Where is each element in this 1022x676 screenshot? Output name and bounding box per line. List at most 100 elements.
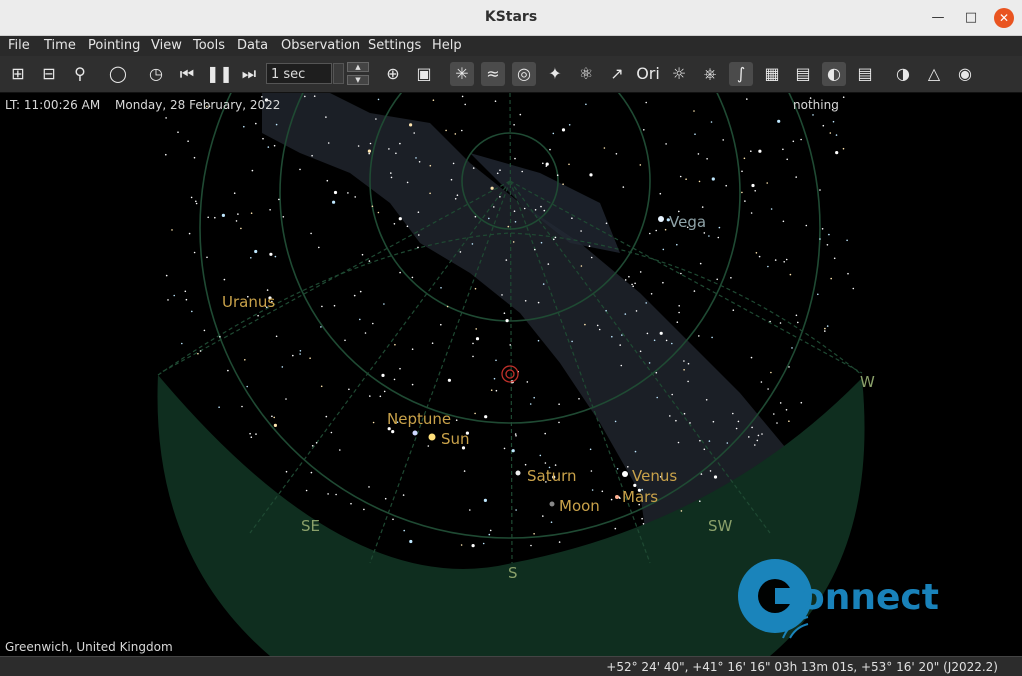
star	[722, 139, 724, 141]
menu-tools[interactable]: Tools	[193, 38, 225, 53]
menu-pointing[interactable]: Pointing	[88, 38, 140, 53]
star	[361, 253, 364, 256]
star	[628, 275, 630, 278]
star	[165, 153, 167, 156]
star	[455, 419, 458, 422]
star	[779, 402, 782, 404]
time-step-input[interactable]: 1 sec	[266, 63, 332, 84]
star	[515, 435, 517, 437]
star	[514, 433, 517, 435]
supernova-icon[interactable]: ✦	[543, 62, 567, 86]
star	[394, 343, 396, 346]
mars-label: Mars	[622, 488, 658, 506]
constellation-bounds-icon[interactable]: ⎈	[698, 62, 722, 86]
star	[440, 287, 442, 289]
star	[321, 305, 323, 308]
star	[547, 263, 550, 265]
time-step-spinner[interactable]	[333, 63, 344, 84]
hips-icon[interactable]: ▤	[853, 62, 877, 86]
star	[701, 206, 704, 208]
star	[777, 119, 781, 123]
local-time: LT: 11:00:26 AM	[5, 98, 101, 112]
menu-time[interactable]: Time	[44, 38, 76, 53]
horizontal-grid-icon[interactable]: ▤	[791, 62, 815, 86]
star	[679, 175, 682, 178]
title-bar: KStars — □ ✕	[0, 0, 1022, 36]
star	[767, 265, 769, 268]
equatorial-grid-icon[interactable]: ▦	[760, 62, 784, 86]
star	[800, 138, 802, 141]
zoom-in-icon[interactable]: ⊞	[6, 62, 30, 86]
deep-sky-toggle-icon[interactable]: ≈	[481, 62, 505, 86]
star	[509, 344, 512, 346]
constellation-art-icon[interactable]: ☼	[667, 62, 691, 86]
star	[537, 301, 540, 304]
stars-toggle-icon[interactable]: ✳	[450, 62, 474, 86]
sky-canvas[interactable]: Vega Uranus Neptune Sun Saturn Venus Mar…	[0, 93, 1022, 656]
crosshair-icon[interactable]: ⊕	[381, 62, 405, 86]
star	[584, 323, 586, 326]
star	[501, 294, 503, 296]
telescope-icon[interactable]: △	[922, 62, 946, 86]
star	[472, 355, 474, 358]
star	[488, 533, 491, 536]
milky-way-toggle-icon[interactable]: ∫	[729, 62, 753, 86]
galaxy-icon[interactable]: ◉	[953, 62, 977, 86]
location: Greenwich, United Kingdom	[5, 640, 173, 654]
star	[558, 403, 560, 406]
increase-step-icon[interactable]: ▲	[347, 62, 369, 72]
star	[353, 294, 356, 297]
star	[549, 148, 551, 151]
star	[585, 103, 587, 106]
star	[359, 318, 361, 321]
focus-object: nothing	[793, 98, 839, 112]
menu-view[interactable]: View	[151, 38, 182, 53]
star	[558, 541, 561, 543]
star	[693, 110, 695, 112]
clock-icon[interactable]: ◷	[144, 62, 168, 86]
step-forward-icon[interactable]: ⏭	[237, 62, 261, 86]
menu-data[interactable]: Data	[237, 38, 268, 53]
ekos-icon[interactable]: ◑	[891, 62, 915, 86]
ground-toggle-icon[interactable]: ◐	[822, 62, 846, 86]
menu-observation[interactable]: Observation	[281, 38, 360, 53]
star	[384, 497, 387, 500]
zoom-out-icon[interactable]: ⊟	[37, 62, 61, 86]
satellite-icon[interactable]: ⚛	[574, 62, 598, 86]
star	[417, 211, 420, 213]
star	[195, 200, 197, 203]
menu-help[interactable]: Help	[432, 38, 462, 53]
minimize-icon[interactable]: —	[928, 8, 948, 28]
constellation-names-icon[interactable]: Ori	[636, 62, 660, 86]
pause-icon[interactable]: ❚❚	[206, 62, 233, 86]
star	[403, 529, 406, 532]
step-backward-icon[interactable]: ⏮	[175, 62, 199, 86]
constellation-lines-icon[interactable]: ↗	[605, 62, 629, 86]
menu-file[interactable]: File	[8, 38, 30, 53]
star	[737, 420, 740, 423]
close-icon[interactable]: ✕	[994, 8, 1014, 28]
star	[271, 415, 273, 418]
decrease-step-icon[interactable]: ▼	[347, 75, 369, 85]
star	[741, 191, 743, 194]
star	[257, 314, 259, 317]
solar-system-toggle-icon[interactable]: ◎	[512, 62, 536, 86]
sky-map[interactable]: Vega Uranus Neptune Sun Saturn Venus Mar…	[0, 93, 1022, 656]
menu-settings[interactable]: Settings	[368, 38, 421, 53]
star	[193, 251, 196, 254]
star	[513, 124, 515, 126]
star	[659, 192, 662, 195]
search-icon[interactable]: ⚲	[68, 62, 92, 86]
star	[716, 278, 718, 281]
star	[399, 142, 401, 145]
globe-icon[interactable]: ◯	[106, 62, 130, 86]
star	[754, 444, 756, 446]
compass-se: SE	[301, 517, 320, 535]
mars-marker	[615, 495, 619, 499]
star	[678, 311, 680, 314]
star	[514, 157, 516, 160]
star	[524, 463, 527, 466]
image-icon[interactable]: ▣	[412, 62, 436, 86]
maximize-icon[interactable]: □	[961, 8, 981, 28]
star	[717, 236, 720, 239]
